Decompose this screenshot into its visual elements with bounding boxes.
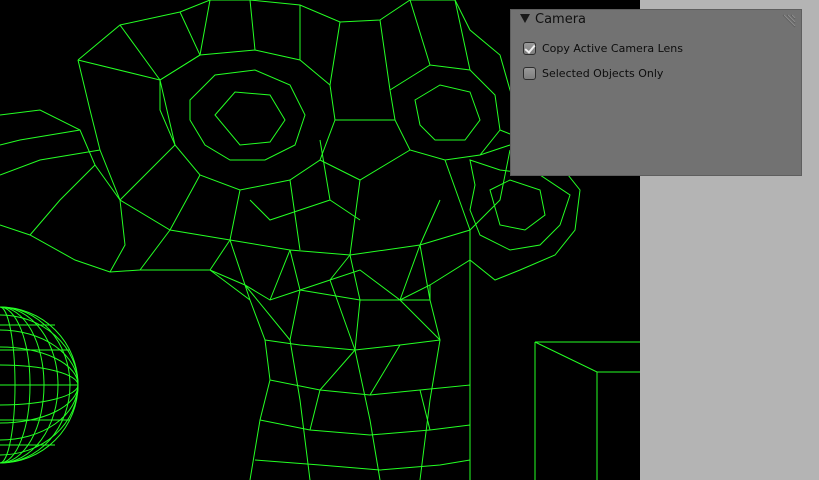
copy-active-camera-lens-checkbox[interactable] — [523, 41, 536, 55]
triangle-down-icon[interactable] — [520, 14, 530, 23]
monkey-wireframe — [0, 0, 581, 480]
copy-active-camera-lens-option[interactable]: Copy Active Camera Lens — [523, 40, 683, 56]
selected-objects-only-option[interactable]: Selected Objects Only — [523, 65, 663, 81]
panel-title: Camera — [535, 12, 587, 27]
cube-wireframe — [534, 341, 640, 480]
resize-grip-icon[interactable] — [781, 13, 797, 29]
camera-panel: Camera Copy Active Camera Lens Selected … — [510, 9, 802, 176]
selected-objects-only-label: Selected Objects Only — [542, 66, 664, 80]
panel-header[interactable]: Camera — [511, 10, 801, 32]
selected-objects-only-checkbox[interactable] — [523, 66, 536, 80]
sphere-wireframe — [0, 306, 79, 464]
copy-active-camera-lens-label: Copy Active Camera Lens — [542, 41, 683, 55]
